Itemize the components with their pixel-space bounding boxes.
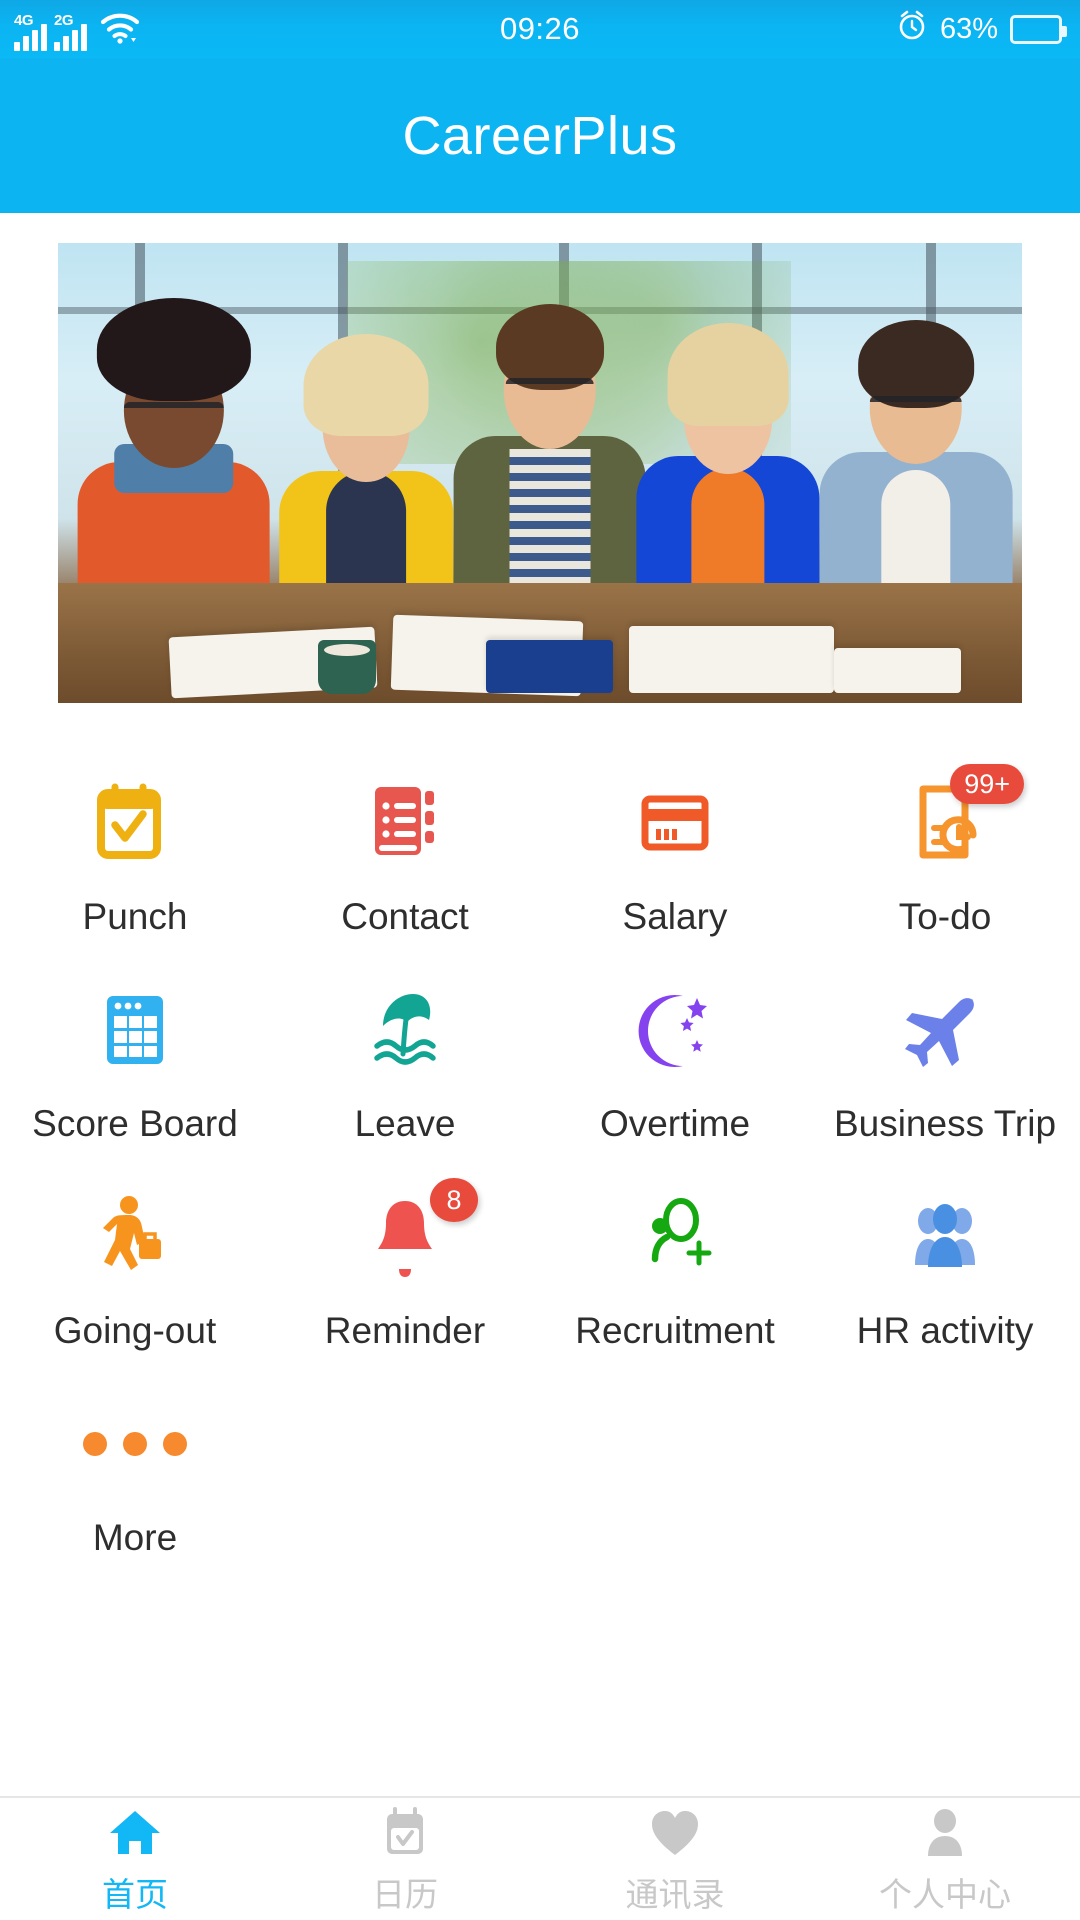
beach-umbrella-icon[interactable] [350, 975, 460, 1085]
grid-item-label: Leave [354, 1103, 456, 1144]
grid-item-label: Recruitment [575, 1310, 775, 1351]
grid-item-empty-3 [810, 1381, 1080, 1588]
grid-item-label: Overtime [599, 1103, 751, 1144]
calendar-check-icon[interactable] [80, 768, 190, 878]
airplane-icon[interactable] [890, 975, 1000, 1085]
address-book-icon[interactable] [350, 768, 460, 878]
person-icon[interactable] [914, 1802, 976, 1864]
document-clock-icon[interactable]: 99+ [890, 764, 1024, 878]
grid-item-punch[interactable]: Punch [0, 760, 270, 967]
grid-item-recruitment[interactable]: Recruitment [540, 1174, 810, 1381]
grid-item-business-trip[interactable]: Business Trip [810, 967, 1080, 1174]
calendar-icon[interactable] [374, 1802, 436, 1864]
grid-table-icon[interactable] [80, 975, 190, 1085]
grid-item-label: HR activity [856, 1310, 1034, 1351]
bell-icon[interactable]: 8 [350, 1178, 478, 1292]
walking-person-icon[interactable] [80, 1182, 190, 1292]
tab-profile[interactable]: 个人中心 [810, 1802, 1080, 1916]
grid-item-contact[interactable]: Contact [270, 760, 540, 967]
banner-books [154, 602, 961, 703]
grid-item-label: More [92, 1517, 178, 1558]
grid-item-label: Contact [341, 896, 469, 937]
people-group-icon[interactable] [890, 1182, 1000, 1292]
grid-item-label: Punch [82, 896, 188, 937]
grid-item-label: Going-out [53, 1310, 217, 1351]
grid-item-label: To-do [898, 896, 992, 937]
feature-grid: Punch Contact Salary 99+ To-do Score Boa… [0, 760, 1080, 1588]
grid-item-todo[interactable]: 99+ To-do [810, 760, 1080, 967]
grid-item-salary[interactable]: Salary [540, 760, 810, 967]
grid-item-label: Reminder [324, 1310, 486, 1351]
grid-item-hr-activity[interactable]: HR activity [810, 1174, 1080, 1381]
credit-card-icon[interactable] [620, 768, 730, 878]
grid-item-more[interactable]: More [0, 1381, 270, 1588]
bottom-tab-bar: 首页 日历 通讯录 个人中心 [0, 1796, 1080, 1920]
grid-item-label: Score Board [32, 1103, 238, 1144]
grid-item-going-out[interactable]: Going-out [0, 1174, 270, 1381]
page-title: CareerPlus [402, 105, 678, 166]
grid-item-reminder[interactable]: 8 Reminder [270, 1174, 540, 1381]
tab-label: 日历 [372, 1876, 438, 1913]
banner-image[interactable] [58, 243, 1022, 703]
tab-home[interactable]: 首页 [0, 1802, 270, 1916]
status-badge: 99+ [950, 764, 1024, 805]
grid-item-label: Salary [622, 896, 728, 937]
tab-label: 首页 [102, 1876, 168, 1913]
tab-label: 个人中心 [879, 1876, 1011, 1913]
tab-contacts[interactable]: 通讯录 [540, 1802, 810, 1916]
moon-stars-icon[interactable] [620, 975, 730, 1085]
status-bar-clock: 09:26 [499, 11, 581, 46]
status-badge: 8 [430, 1178, 478, 1223]
app-header: CareerPlus [0, 58, 1080, 213]
banner-mug [318, 639, 377, 694]
grid-item-score-board[interactable]: Score Board [0, 967, 270, 1174]
battery-icon [1010, 14, 1067, 44]
status-bar: 4G 2G 09:26 63% [0, 0, 1080, 58]
heart-icon[interactable] [644, 1802, 706, 1864]
tab-calendar[interactable]: 日历 [270, 1802, 540, 1916]
grid-item-empty-2 [540, 1381, 810, 1588]
app-screen: 4G 2G 09:26 63% CareerPlus Punch Contact… [0, 0, 1080, 1920]
banner-carousel[interactable] [58, 243, 1022, 703]
tab-label: 通讯录 [625, 1876, 725, 1913]
grid-item-leave[interactable]: Leave [270, 967, 540, 1174]
grid-item-empty-1 [270, 1381, 540, 1588]
home-icon[interactable] [104, 1802, 166, 1864]
person-plus-icon[interactable] [620, 1182, 730, 1292]
grid-item-overtime[interactable]: Overtime [540, 967, 810, 1174]
grid-item-label: Business Trip [833, 1103, 1057, 1144]
more-dots-icon[interactable] [80, 1389, 190, 1499]
